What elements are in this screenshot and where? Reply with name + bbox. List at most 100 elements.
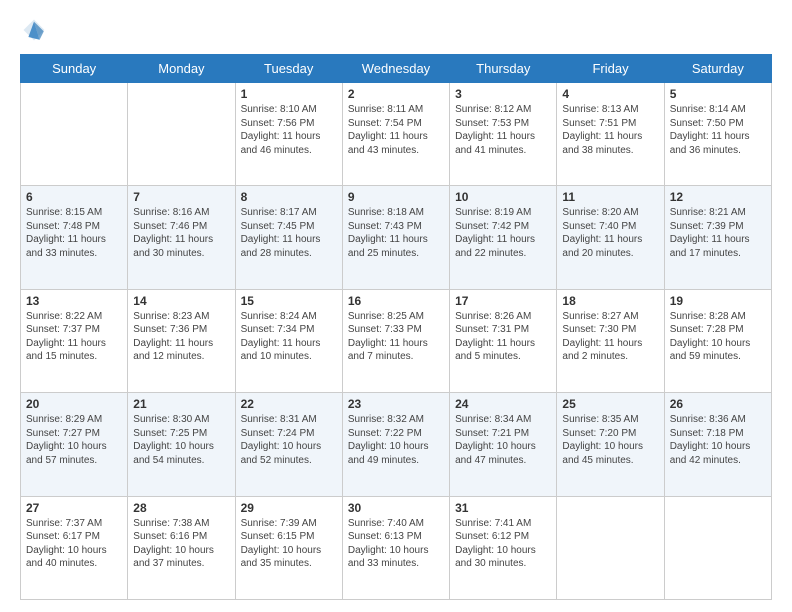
day-number: 31 [455, 501, 551, 515]
calendar-cell [21, 83, 128, 186]
cell-content: Sunrise: 8:26 AM Sunset: 7:31 PM Dayligh… [455, 310, 551, 364]
cell-content: Sunrise: 7:38 AM Sunset: 6:16 PM Dayligh… [133, 517, 229, 571]
calendar-cell: 9 Sunrise: 8:18 AM Sunset: 7:43 PM Daylig… [342, 186, 449, 289]
cell-content: Sunrise: 8:34 AM Sunset: 7:21 PM Dayligh… [455, 413, 551, 467]
calendar-cell: 14 Sunrise: 8:23 AM Sunset: 7:36 PM Dayli… [128, 289, 235, 392]
logo [20, 16, 52, 44]
cell-content: Sunrise: 8:17 AM Sunset: 7:45 PM Dayligh… [241, 206, 337, 260]
cell-content: Sunrise: 8:29 AM Sunset: 7:27 PM Dayligh… [26, 413, 122, 467]
calendar-cell: 11Sunrise: 8:20 AM Sunset: 7:40 PM Dayli… [557, 186, 664, 289]
header [20, 16, 772, 44]
day-number: 15 [241, 294, 337, 308]
day-number: 23 [348, 397, 444, 411]
week-row-3: 13 Sunrise: 8:22 AM Sunset: 7:37 PM Dayli… [21, 289, 772, 392]
cell-content: Sunrise: 8:27 AM Sunset: 7:30 PM Dayligh… [562, 310, 658, 364]
page: SundayMondayTuesdayWednesdayThursdayFrid… [0, 0, 792, 612]
day-number: 3 [455, 87, 551, 101]
calendar-cell: 24Sunrise: 8:34 AM Sunset: 7:21 PM Dayli… [450, 393, 557, 496]
day-number: 27 [26, 501, 122, 515]
calendar-table: SundayMondayTuesdayWednesdayThursdayFrid… [20, 54, 772, 600]
calendar-cell: 5Sunrise: 8:14 AM Sunset: 7:50 PM Daylig… [664, 83, 771, 186]
cell-content: Sunrise: 8:10 AM Sunset: 7:56 PM Dayligh… [241, 103, 337, 157]
day-number: 30 [348, 501, 444, 515]
cell-content: Sunrise: 8:18 AM Sunset: 7:43 PM Dayligh… [348, 206, 444, 260]
calendar-cell: 17 Sunrise: 8:26 AM Sunset: 7:31 PM Dayli… [450, 289, 557, 392]
calendar-cell: 2 Sunrise: 8:11 AM Sunset: 7:54 PM Daylig… [342, 83, 449, 186]
cell-content: Sunrise: 8:20 AM Sunset: 7:40 PM Dayligh… [562, 206, 658, 260]
cell-content: Sunrise: 8:16 AM Sunset: 7:46 PM Dayligh… [133, 206, 229, 260]
calendar-cell [128, 83, 235, 186]
day-number: 12 [670, 190, 766, 204]
day-number: 8 [241, 190, 337, 204]
day-number: 26 [670, 397, 766, 411]
cell-content: Sunrise: 8:32 AM Sunset: 7:22 PM Dayligh… [348, 413, 444, 467]
cell-content: Sunrise: 8:21 AM Sunset: 7:39 PM Dayligh… [670, 206, 766, 260]
cell-content: Sunrise: 8:23 AM Sunset: 7:36 PM Dayligh… [133, 310, 229, 364]
cell-content: Sunrise: 8:31 AM Sunset: 7:24 PM Dayligh… [241, 413, 337, 467]
calendar-cell: 8 Sunrise: 8:17 AM Sunset: 7:45 PM Daylig… [235, 186, 342, 289]
week-row-5: 27 Sunrise: 7:37 AM Sunset: 6:17 PM Dayli… [21, 496, 772, 599]
calendar-cell: 4Sunrise: 8:13 AM Sunset: 7:51 PM Daylig… [557, 83, 664, 186]
weekday-header-tuesday: Tuesday [235, 55, 342, 83]
calendar-cell: 22Sunrise: 8:31 AM Sunset: 7:24 PM Dayli… [235, 393, 342, 496]
calendar-cell: 16 Sunrise: 8:25 AM Sunset: 7:33 PM Dayli… [342, 289, 449, 392]
calendar-cell: 3 Sunrise: 8:12 AM Sunset: 7:53 PM Daylig… [450, 83, 557, 186]
cell-content: Sunrise: 8:25 AM Sunset: 7:33 PM Dayligh… [348, 310, 444, 364]
calendar-cell: 26Sunrise: 8:36 AM Sunset: 7:18 PM Dayli… [664, 393, 771, 496]
day-number: 17 [455, 294, 551, 308]
calendar-cell: 6Sunrise: 8:15 AM Sunset: 7:48 PM Daylig… [21, 186, 128, 289]
day-number: 4 [562, 87, 658, 101]
day-number: 2 [348, 87, 444, 101]
weekday-header-wednesday: Wednesday [342, 55, 449, 83]
calendar-cell: 15 Sunrise: 8:24 AM Sunset: 7:34 PM Dayli… [235, 289, 342, 392]
calendar-cell: 23 Sunrise: 8:32 AM Sunset: 7:22 PM Dayli… [342, 393, 449, 496]
cell-content: Sunrise: 8:11 AM Sunset: 7:54 PM Dayligh… [348, 103, 444, 157]
cell-content: Sunrise: 7:41 AM Sunset: 6:12 PM Dayligh… [455, 517, 551, 571]
calendar-cell: 20 Sunrise: 8:29 AM Sunset: 7:27 PM Dayli… [21, 393, 128, 496]
calendar-cell: 30 Sunrise: 7:40 AM Sunset: 6:13 PM Dayli… [342, 496, 449, 599]
day-number: 16 [348, 294, 444, 308]
cell-content: Sunrise: 8:12 AM Sunset: 7:53 PM Dayligh… [455, 103, 551, 157]
calendar-cell: 7Sunrise: 8:16 AM Sunset: 7:46 PM Daylig… [128, 186, 235, 289]
calendar-cell: 21Sunrise: 8:30 AM Sunset: 7:25 PM Dayli… [128, 393, 235, 496]
week-row-4: 20 Sunrise: 8:29 AM Sunset: 7:27 PM Dayli… [21, 393, 772, 496]
cell-content: Sunrise: 8:24 AM Sunset: 7:34 PM Dayligh… [241, 310, 337, 364]
cell-content: Sunrise: 8:22 AM Sunset: 7:37 PM Dayligh… [26, 310, 122, 364]
week-row-2: 6Sunrise: 8:15 AM Sunset: 7:48 PM Daylig… [21, 186, 772, 289]
weekday-header-row: SundayMondayTuesdayWednesdayThursdayFrid… [21, 55, 772, 83]
cell-content: Sunrise: 7:39 AM Sunset: 6:15 PM Dayligh… [241, 517, 337, 571]
calendar-cell [664, 496, 771, 599]
day-number: 28 [133, 501, 229, 515]
day-number: 20 [26, 397, 122, 411]
weekday-header-friday: Friday [557, 55, 664, 83]
calendar-cell: 13 Sunrise: 8:22 AM Sunset: 7:37 PM Dayli… [21, 289, 128, 392]
logo-icon [20, 16, 48, 44]
day-number: 19 [670, 294, 766, 308]
day-number: 1 [241, 87, 337, 101]
calendar-cell: 1 Sunrise: 8:10 AM Sunset: 7:56 PM Daylig… [235, 83, 342, 186]
weekday-header-monday: Monday [128, 55, 235, 83]
cell-content: Sunrise: 7:37 AM Sunset: 6:17 PM Dayligh… [26, 517, 122, 571]
cell-content: Sunrise: 8:35 AM Sunset: 7:20 PM Dayligh… [562, 413, 658, 467]
day-number: 5 [670, 87, 766, 101]
cell-content: Sunrise: 7:40 AM Sunset: 6:13 PM Dayligh… [348, 517, 444, 571]
day-number: 9 [348, 190, 444, 204]
calendar-cell: 29Sunrise: 7:39 AM Sunset: 6:15 PM Dayli… [235, 496, 342, 599]
weekday-header-saturday: Saturday [664, 55, 771, 83]
day-number: 25 [562, 397, 658, 411]
day-number: 6 [26, 190, 122, 204]
calendar-cell [557, 496, 664, 599]
week-row-1: 1 Sunrise: 8:10 AM Sunset: 7:56 PM Daylig… [21, 83, 772, 186]
calendar-cell: 25 Sunrise: 8:35 AM Sunset: 7:20 PM Dayli… [557, 393, 664, 496]
cell-content: Sunrise: 8:28 AM Sunset: 7:28 PM Dayligh… [670, 310, 766, 364]
day-number: 21 [133, 397, 229, 411]
calendar-cell: 28 Sunrise: 7:38 AM Sunset: 6:16 PM Dayli… [128, 496, 235, 599]
calendar-cell: 19 Sunrise: 8:28 AM Sunset: 7:28 PM Dayli… [664, 289, 771, 392]
calendar-cell: 10 Sunrise: 8:19 AM Sunset: 7:42 PM Dayli… [450, 186, 557, 289]
day-number: 18 [562, 294, 658, 308]
day-number: 10 [455, 190, 551, 204]
calendar-cell: 18 Sunrise: 8:27 AM Sunset: 7:30 PM Dayli… [557, 289, 664, 392]
day-number: 13 [26, 294, 122, 308]
cell-content: Sunrise: 8:19 AM Sunset: 7:42 PM Dayligh… [455, 206, 551, 260]
day-number: 14 [133, 294, 229, 308]
